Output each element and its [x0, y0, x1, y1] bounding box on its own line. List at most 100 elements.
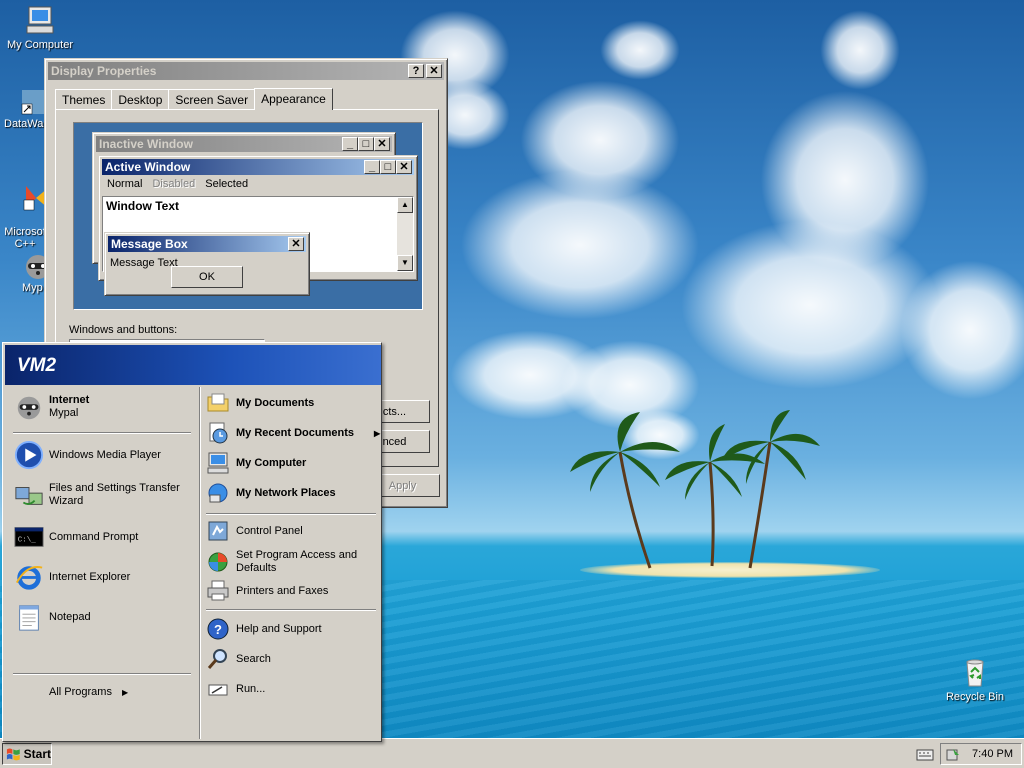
title-bar[interactable]: Display Properties ? ✕ [48, 62, 444, 80]
preview-inactive-title: Inactive Window [99, 137, 193, 151]
window-title: Display Properties [51, 64, 157, 78]
preview-active-title-bar: Active Window _ □ ✕ [102, 159, 414, 175]
printer-icon [206, 579, 230, 603]
clock[interactable]: 7:40 PM [972, 748, 1013, 760]
right-run[interactable]: Run... [206, 677, 265, 701]
cloud [600, 20, 680, 80]
cloud [900, 260, 1024, 400]
right-my-recent-documents[interactable]: My Recent Documents ▶ [206, 421, 382, 445]
recent-command-prompt[interactable]: C:\_ Command Prompt [13, 521, 138, 553]
right-my-network-places[interactable]: My Network Places [206, 481, 336, 505]
scroll-up-icon: ▲ [397, 197, 413, 213]
svg-text:C:\_: C:\_ [18, 537, 37, 545]
desktop-icon-recycle-bin[interactable]: Recycle Bin [935, 656, 1015, 703]
preview-active-title: Active Window [105, 160, 191, 174]
separator [206, 609, 376, 611]
pinned-internet-title: Internet [49, 394, 90, 406]
close-icon: ✕ [288, 237, 304, 251]
internet-explorer-icon [13, 561, 45, 593]
help-icon: ? [206, 617, 230, 641]
recycle-bin-icon [966, 659, 984, 687]
tab-strip: Themes Desktop Screen Saver Appearance [55, 87, 333, 110]
control-panel-icon [206, 519, 230, 543]
windows-logo-icon [6, 748, 20, 761]
recent-windows-media-player[interactable]: Windows Media Player [13, 439, 161, 471]
all-programs-label: All Programs [49, 686, 112, 698]
desktop-icon-my-computer[interactable]: My Computer [0, 4, 80, 51]
recent-notepad[interactable]: Notepad [13, 601, 91, 633]
start-menu-left-pane: Internet Mypal Windows Media Player File… [5, 387, 197, 739]
user-name: VM2 [17, 355, 57, 376]
windows-buttons-label: Windows and buttons: [69, 324, 178, 336]
recent-documents-icon [206, 421, 230, 445]
close-button[interactable]: ✕ [426, 64, 442, 78]
run-icon [206, 677, 230, 701]
right-my-documents[interactable]: My Documents [206, 391, 314, 415]
right-item-label: Set Program Access and Defaults [236, 549, 358, 574]
right-program-access[interactable]: Set Program Access and Defaults [206, 549, 382, 575]
right-printers-faxes[interactable]: Printers and Faxes [206, 579, 328, 603]
preview-scrollbar: ▲ ▼ [397, 197, 413, 271]
preview-menu-bar: Normal Disabled Selected [102, 178, 253, 190]
recent-label: Command Prompt [49, 531, 139, 543]
desktop-icon-label: DataWa [4, 118, 44, 130]
notepad-icon [13, 601, 45, 633]
preview-inactive-title-bar: Inactive Window _ □ ✕ [96, 136, 392, 152]
tab-appearance[interactable]: Appearance [254, 88, 333, 110]
desktop-icon-label: Microsof C++ [4, 226, 46, 250]
preview-menu-disabled: Disabled [152, 178, 196, 190]
tab-screen-saver[interactable]: Screen Saver [168, 89, 256, 109]
recent-label: Internet Explorer [49, 571, 131, 583]
desktop-icon-label: Myp [22, 282, 43, 294]
raccoon-icon [13, 391, 45, 423]
start-label: Start [23, 747, 51, 761]
right-item-label: My Documents [236, 397, 315, 409]
palm-trees [570, 410, 820, 569]
separator [13, 432, 191, 434]
maximize-icon: □ [358, 137, 374, 151]
program-access-icon [206, 550, 230, 574]
right-help-support[interactable]: ? Help and Support [206, 617, 322, 641]
all-programs-button[interactable]: All Programs ▶ [49, 683, 128, 701]
preview-menu-selected: Selected [205, 178, 249, 190]
start-button[interactable]: Start [2, 743, 52, 765]
system-tray: 7:40 PM [940, 743, 1022, 765]
folder-icon [206, 391, 230, 415]
network-status-icon[interactable] [945, 747, 961, 763]
right-item-label: Control Panel [236, 525, 303, 537]
media-player-icon [13, 439, 45, 471]
preview-message-title: Message Box [111, 237, 188, 251]
pinned-internet[interactable]: Internet Mypal [13, 391, 89, 423]
right-item-label: Run... [236, 683, 266, 695]
svg-text:?: ? [214, 622, 222, 637]
keyboard-icon[interactable] [916, 748, 934, 762]
minimize-icon: _ [364, 160, 380, 174]
arrow-right-icon: ▶ [374, 428, 381, 438]
separator [13, 673, 191, 675]
separator [206, 513, 376, 515]
scroll-down-icon: ▼ [397, 255, 413, 271]
desktop-icon-visual-cpp[interactable]: Microsof C++ [2, 170, 48, 250]
close-icon: ✕ [374, 137, 390, 151]
arrow-right-icon: ▶ [121, 687, 129, 697]
recent-internet-explorer[interactable]: Internet Explorer [13, 561, 130, 593]
network-icon [206, 481, 230, 505]
start-menu-right-pane: My Documents My Recent Documents ▶ My Co… [199, 387, 381, 739]
help-button[interactable]: ? [408, 64, 424, 78]
preview-ok-button: OK [171, 266, 243, 288]
right-control-panel[interactable]: Control Panel [206, 519, 303, 543]
right-search[interactable]: Search [206, 647, 271, 671]
right-item-label: My Network Places [236, 487, 336, 499]
cloud [680, 220, 940, 390]
right-my-computer[interactable]: My Computer [206, 451, 306, 475]
recent-transfer-wizard[interactable]: Files and Settings Transfer Wizard [13, 479, 193, 511]
recent-label: Files and Settings Transfer Wizard [49, 482, 180, 507]
right-item-label: My Recent Documents [236, 427, 354, 439]
tab-desktop[interactable]: Desktop [111, 89, 170, 109]
start-menu-header: VM2 [5, 345, 381, 385]
start-menu[interactable]: VM2 Internet Mypal Windows Media Player [2, 342, 382, 742]
desktop-icon-label: My Computer [6, 39, 74, 51]
my-computer-icon [206, 451, 230, 475]
tab-themes[interactable]: Themes [55, 89, 113, 109]
preview-message-box: Message Box ✕ Message Text OK [104, 232, 310, 296]
